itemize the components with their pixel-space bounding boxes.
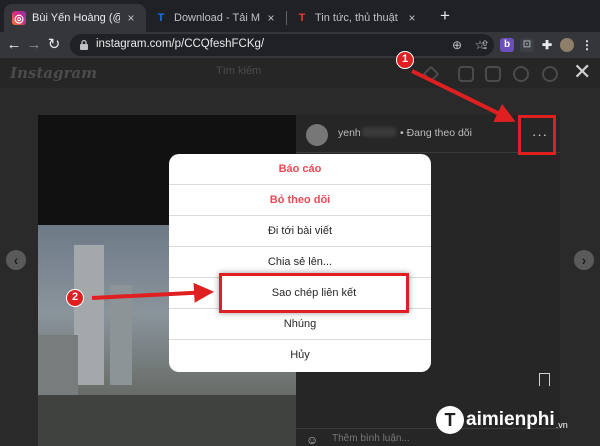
heart-icon[interactable] [542,66,558,82]
watermark-tld: .vn [555,420,568,430]
tab-title: Bùi Yến Hoàng (@yenhoang [32,12,120,24]
highlight-copy-link[interactable]: Sao chép liên kết [219,273,409,313]
report-button[interactable]: Báo cáo [169,154,431,185]
close-post-button[interactable]: ✕ [573,59,591,85]
tab-strip: ◎ Bùi Yến Hoàng (@yenhoang × T Download … [0,0,600,32]
tab-download[interactable]: T Download - Tải Miễn Phí VN × [146,4,286,32]
messenger-icon[interactable] [458,66,474,82]
username[interactable]: yenh [338,127,361,139]
highlight-more-options [518,115,556,155]
instagram-logo[interactable]: Instagram [10,64,97,82]
menu-icon[interactable]: ⋮ [580,38,594,52]
tab-news[interactable]: T Tin tức, thủ thuật công nghệ × [287,4,427,32]
next-post-icon[interactable]: › [574,250,594,270]
watermark-text: aimienphi [466,409,555,430]
explore-icon[interactable] [513,66,529,82]
embed-button[interactable]: Nhúng [169,309,431,340]
avatar[interactable] [306,124,328,146]
step-badge-2: 2 [66,289,84,307]
address-bar[interactable]: instagram.com/p/CCQfeshFCKg/ ⊕ ☆ [70,34,494,56]
username-blurred [362,127,396,137]
step-badge-1: 1 [396,51,414,69]
search-input[interactable]: Tìm kiếm [216,65,336,83]
install-icon[interactable]: ⊕ [450,38,464,52]
follow-status: • Đang theo dõi [400,127,472,139]
browser-toolbar: ← → ↻ instagram.com/p/CCQfeshFCKg/ ⊕ ☆ ⇪… [0,32,600,58]
forward-icon[interactable]: → [24,35,44,55]
bitwarden-icon[interactable]: b [500,38,514,52]
close-icon[interactable]: × [264,11,278,25]
emoji-icon[interactable]: ☺ [306,433,318,446]
tab-title: Download - Tải Miễn Phí VN [174,12,260,24]
lock-icon[interactable] [78,39,90,51]
profile-icon[interactable] [560,38,574,52]
close-icon[interactable]: × [405,11,419,25]
taimienphi-watermark: T aimienphi .vn [436,404,568,436]
bookmark-icon[interactable] [539,373,550,386]
prev-post-icon[interactable]: ‹ [6,250,26,270]
share-icon[interactable]: ⇪ [478,38,492,52]
home-icon[interactable] [422,65,440,83]
unfollow-button[interactable]: Bỏ theo dõi [169,185,431,216]
puzzle-icon[interactable]: ✚ [540,38,554,52]
options-dialog: Báo cáo Bỏ theo dõi Đi tới bài viết Chia… [169,154,431,372]
go-to-post-button[interactable]: Đi tới bài viết [169,216,431,247]
taimienphi-t-icon: T [157,12,165,24]
back-icon[interactable]: ← [4,35,24,55]
instagram-icon: ◎ [12,11,26,25]
taimienphi-t-icon: T [298,12,306,24]
url-text: instagram.com/p/CCQfeshFCKg/ [96,38,265,50]
comment-input[interactable]: Thêm bình luận... [332,433,410,444]
watermark-logo-icon: T [436,406,464,434]
reload-icon[interactable]: ↻ [44,35,64,55]
close-icon[interactable]: × [124,11,138,25]
ig-header: Instagram Tìm kiếm ✕ [0,58,600,88]
new-post-icon[interactable] [485,66,501,82]
tab-title: Tin tức, thủ thuật công nghệ [315,12,401,24]
extension-icon[interactable]: ⊡ [520,38,534,52]
tab-instagram[interactable]: ◎ Bùi Yến Hoàng (@yenhoang × [4,4,146,32]
new-tab-button[interactable]: + [434,5,456,27]
cancel-button[interactable]: Hủy [169,340,431,371]
